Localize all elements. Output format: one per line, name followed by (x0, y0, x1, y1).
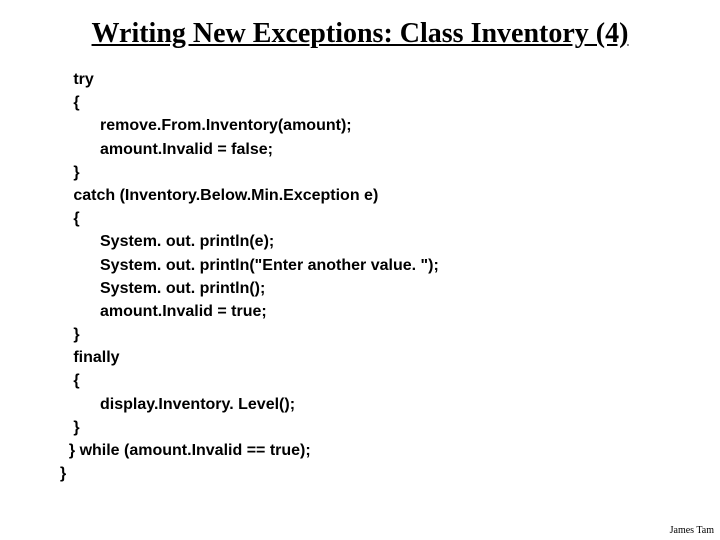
author-footer: James Tam (670, 525, 714, 536)
code-block: try { remove.From.Inventory(amount); amo… (60, 68, 720, 485)
slide-title: Writing New Exceptions: Class Inventory … (0, 18, 720, 50)
slide: Writing New Exceptions: Class Inventory … (0, 0, 720, 540)
